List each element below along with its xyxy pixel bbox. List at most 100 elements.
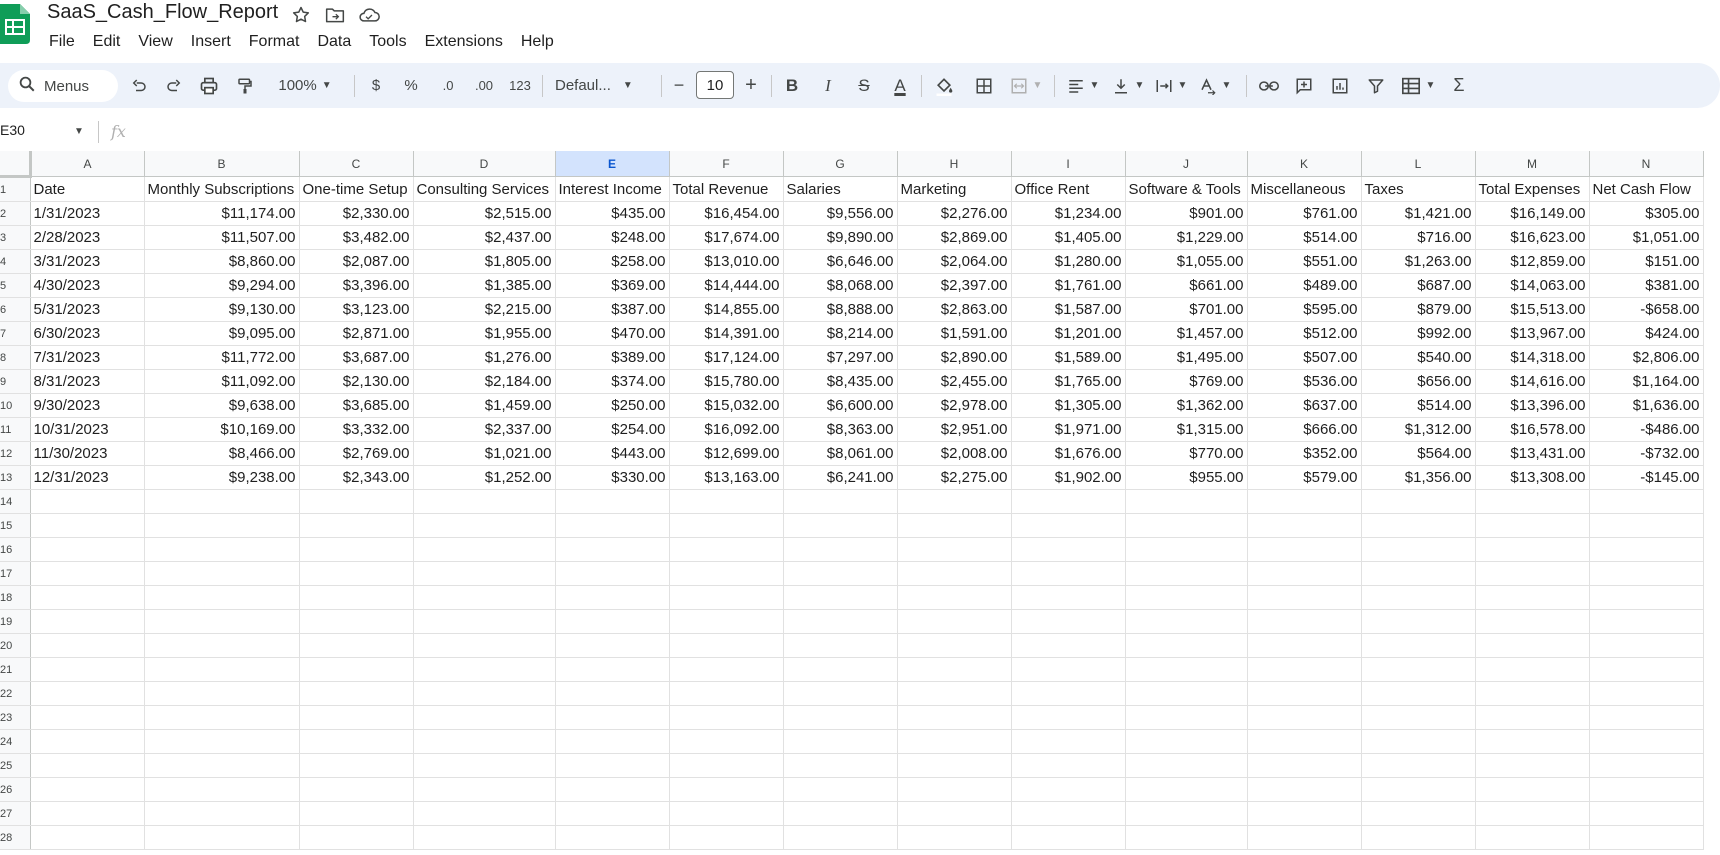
cell-b10[interactable]: $9,638.00 <box>144 393 300 418</box>
cell-c1[interactable]: One-time Setup <box>299 176 414 202</box>
cell-k12[interactable]: $352.00 <box>1247 441 1362 466</box>
cell-f10[interactable]: $15,032.00 <box>669 393 784 418</box>
cell-l20[interactable] <box>1361 633 1476 658</box>
cell-a24[interactable] <box>30 729 145 754</box>
cell-m1[interactable]: Total Expenses <box>1475 176 1590 202</box>
cell-l23[interactable] <box>1361 705 1476 730</box>
cell-l12[interactable]: $564.00 <box>1361 441 1476 466</box>
cell-i21[interactable] <box>1011 657 1126 682</box>
cell-b21[interactable] <box>144 657 300 682</box>
move-folder-icon[interactable] <box>324 4 346 26</box>
cell-a4[interactable]: 3/31/2023 <box>30 249 145 274</box>
cell-i13[interactable]: $1,902.00 <box>1011 465 1126 490</box>
cell-f13[interactable]: $13,163.00 <box>669 465 784 490</box>
cell-j6[interactable]: $701.00 <box>1125 297 1248 322</box>
cell-n3[interactable]: $1,051.00 <box>1589 225 1704 250</box>
menu-data[interactable]: Data <box>308 31 360 53</box>
functions-button[interactable]: Σ <box>1446 63 1472 108</box>
row-header[interactable]: 12 <box>0 441 31 466</box>
cell-c7[interactable]: $2,871.00 <box>299 321 414 346</box>
row-header[interactable]: 27 <box>0 801 31 826</box>
cell-h16[interactable] <box>897 537 1012 562</box>
column-header-a[interactable]: A <box>30 151 145 177</box>
row-header[interactable]: 26 <box>0 777 31 802</box>
cell-b14[interactable] <box>144 489 300 514</box>
cell-g13[interactable]: $6,241.00 <box>783 465 898 490</box>
cell-k2[interactable]: $761.00 <box>1247 201 1362 226</box>
cell-a10[interactable]: 9/30/2023 <box>30 393 145 418</box>
cell-m4[interactable]: $12,859.00 <box>1475 249 1590 274</box>
cell-f22[interactable] <box>669 681 784 706</box>
cell-m19[interactable] <box>1475 609 1590 634</box>
merge-cells-icon[interactable]: ▼ <box>1006 63 1046 108</box>
cell-a11[interactable]: 10/31/2023 <box>30 417 145 442</box>
cell-d25[interactable] <box>413 753 556 778</box>
cell-j27[interactable] <box>1125 801 1248 826</box>
column-header-m[interactable]: M <box>1475 151 1590 177</box>
cell-f19[interactable] <box>669 609 784 634</box>
cell-c26[interactable] <box>299 777 414 802</box>
cell-m14[interactable] <box>1475 489 1590 514</box>
cell-a20[interactable] <box>30 633 145 658</box>
cell-a2[interactable]: 1/31/2023 <box>30 201 145 226</box>
cell-g15[interactable] <box>783 513 898 538</box>
column-header-l[interactable]: L <box>1361 151 1476 177</box>
cell-a9[interactable]: 8/31/2023 <box>30 369 145 394</box>
cell-n28[interactable] <box>1589 825 1704 850</box>
cell-a25[interactable] <box>30 753 145 778</box>
cell-d22[interactable] <box>413 681 556 706</box>
cell-e14[interactable] <box>555 489 670 514</box>
cell-d14[interactable] <box>413 489 556 514</box>
insert-comment-icon[interactable] <box>1291 63 1317 108</box>
cell-d3[interactable]: $2,437.00 <box>413 225 556 250</box>
cell-f24[interactable] <box>669 729 784 754</box>
cell-l2[interactable]: $1,421.00 <box>1361 201 1476 226</box>
cell-h5[interactable]: $2,397.00 <box>897 273 1012 298</box>
cell-d24[interactable] <box>413 729 556 754</box>
cell-b8[interactable]: $11,772.00 <box>144 345 300 370</box>
redo-icon[interactable] <box>161 63 187 108</box>
cell-g7[interactable]: $8,214.00 <box>783 321 898 346</box>
cell-l19[interactable] <box>1361 609 1476 634</box>
column-header-f[interactable]: F <box>669 151 784 177</box>
cell-h21[interactable] <box>897 657 1012 682</box>
cell-g25[interactable] <box>783 753 898 778</box>
cell-h1[interactable]: Marketing <box>897 176 1012 202</box>
cell-h4[interactable]: $2,064.00 <box>897 249 1012 274</box>
text-wrap-icon[interactable]: ▼ <box>1152 63 1190 108</box>
cell-m13[interactable]: $13,308.00 <box>1475 465 1590 490</box>
cell-g4[interactable]: $6,646.00 <box>783 249 898 274</box>
cell-f9[interactable]: $15,780.00 <box>669 369 784 394</box>
cell-d10[interactable]: $1,459.00 <box>413 393 556 418</box>
cell-m17[interactable] <box>1475 561 1590 586</box>
percent-format-button[interactable]: % <box>399 63 423 108</box>
cell-i28[interactable] <box>1011 825 1126 850</box>
cell-l28[interactable] <box>1361 825 1476 850</box>
cell-n27[interactable] <box>1589 801 1704 826</box>
cell-h7[interactable]: $1,591.00 <box>897 321 1012 346</box>
filter-icon[interactable] <box>1363 63 1389 108</box>
cell-i23[interactable] <box>1011 705 1126 730</box>
cell-i6[interactable]: $1,587.00 <box>1011 297 1126 322</box>
cell-i24[interactable] <box>1011 729 1126 754</box>
cell-l4[interactable]: $1,263.00 <box>1361 249 1476 274</box>
cell-k27[interactable] <box>1247 801 1362 826</box>
row-header[interactable]: 28 <box>0 825 31 850</box>
cell-e3[interactable]: $248.00 <box>555 225 670 250</box>
cell-k14[interactable] <box>1247 489 1362 514</box>
cell-i20[interactable] <box>1011 633 1126 658</box>
cell-g24[interactable] <box>783 729 898 754</box>
row-header[interactable]: 18 <box>0 585 31 610</box>
cell-g2[interactable]: $9,556.00 <box>783 201 898 226</box>
cell-b19[interactable] <box>144 609 300 634</box>
decrease-font-size-button[interactable]: − <box>667 63 691 108</box>
row-header[interactable]: 11 <box>0 417 31 442</box>
row-header[interactable]: 22 <box>0 681 31 706</box>
cell-n21[interactable] <box>1589 657 1704 682</box>
cell-a8[interactable]: 7/31/2023 <box>30 345 145 370</box>
cell-d8[interactable]: $1,276.00 <box>413 345 556 370</box>
cell-e10[interactable]: $250.00 <box>555 393 670 418</box>
cell-c12[interactable]: $2,769.00 <box>299 441 414 466</box>
cell-h20[interactable] <box>897 633 1012 658</box>
cell-n15[interactable] <box>1589 513 1704 538</box>
